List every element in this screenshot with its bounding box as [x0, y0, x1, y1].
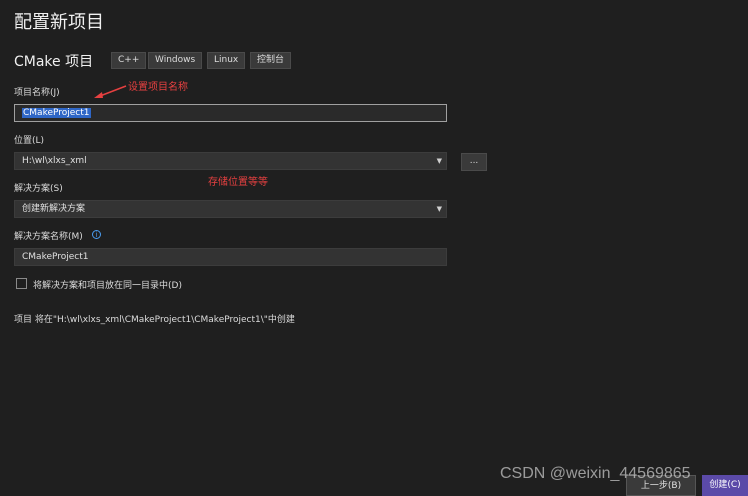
tag-cpp: C++	[111, 52, 147, 69]
create-button[interactable]: 创建(C)	[702, 475, 748, 496]
project-type-title: CMake 项目	[14, 54, 94, 70]
watermark: CSDN @weixin_44569865	[500, 465, 691, 482]
solution-dropdown[interactable]: 创建新解决方案 ▼	[14, 200, 447, 218]
same-dir-checkbox[interactable]	[16, 278, 27, 289]
page-title: 配置新项目	[14, 12, 104, 33]
solution-name-value: CMakeProject1	[22, 252, 89, 262]
project-name-input[interactable]: CMakeProject1	[14, 104, 447, 122]
chevron-down-icon: ▼	[436, 157, 442, 165]
name-annotation: 设置项目名称	[128, 82, 188, 93]
location-label: 位置(L)	[14, 136, 45, 146]
solution-name-label: 解决方案名称(M)	[14, 232, 83, 242]
tag-windows: Windows	[148, 52, 203, 69]
solution-label: 解决方案(S)	[14, 184, 63, 194]
solution-name-input[interactable]: CMakeProject1	[14, 248, 447, 266]
solution-value: 创建新解决方案	[22, 204, 86, 214]
location-dropdown[interactable]: H:\wl\xlxs_xml ▼	[14, 152, 447, 170]
project-name-value: CMakeProject1	[22, 108, 91, 118]
annotation-arrow-icon	[94, 85, 127, 98]
project-path-summary: 项目 将在"H:\wl\xlxs_xml\CMakeProject1\CMake…	[14, 315, 295, 325]
project-name-label: 项目名称(J)	[14, 88, 60, 98]
info-icon[interactable]: i	[92, 230, 101, 239]
tag-console: 控制台	[250, 52, 292, 69]
location-annotation: 存储位置等等	[208, 177, 268, 188]
browse-button[interactable]: ...	[461, 153, 487, 171]
tag-linux: Linux	[207, 52, 246, 69]
same-dir-checkbox-label[interactable]: 将解决方案和项目放在同一目录中(D)	[33, 278, 182, 291]
location-value: H:\wl\xlxs_xml	[22, 156, 87, 166]
chevron-down-icon: ▼	[436, 205, 442, 213]
